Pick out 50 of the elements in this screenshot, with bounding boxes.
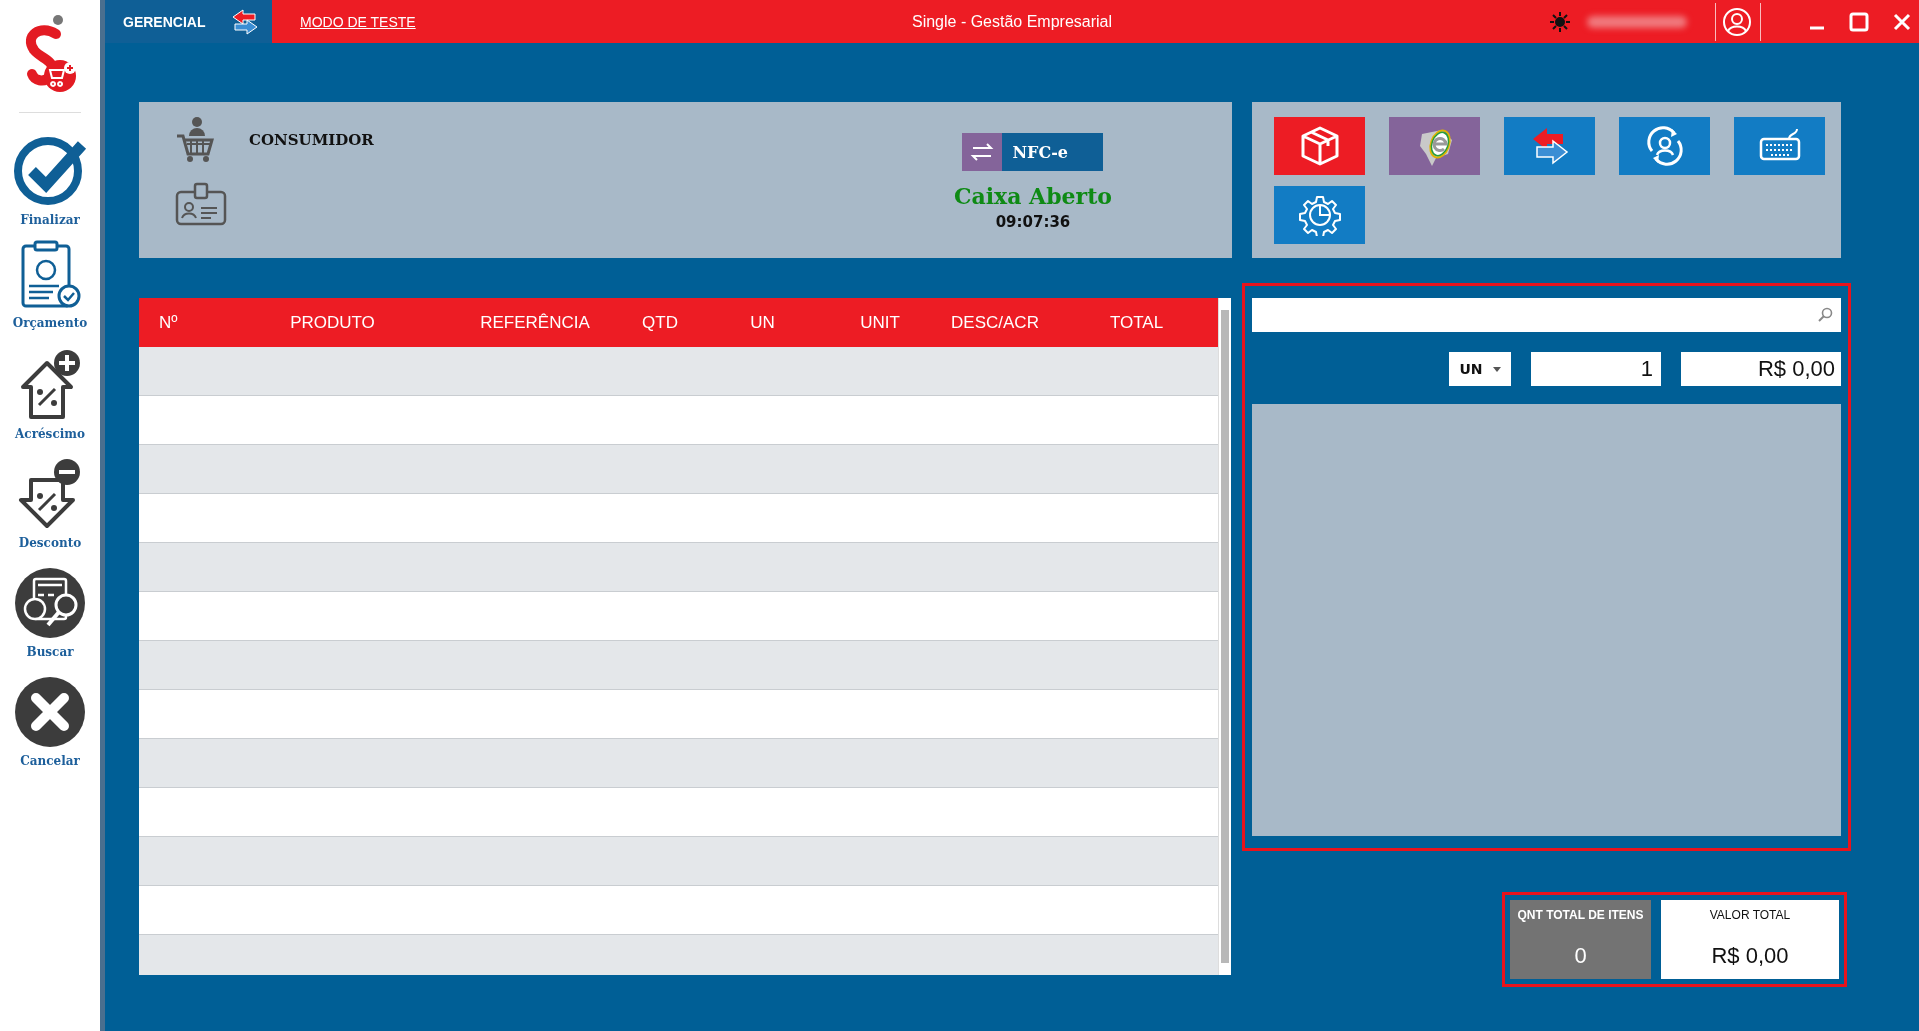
- quantity-field[interactable]: 1: [1531, 352, 1661, 386]
- item-count-label: QNT TOTAL DE ITENS: [1517, 908, 1644, 922]
- id-card-icon[interactable]: [175, 182, 227, 226]
- total-value: R$ 0,00: [1711, 943, 1789, 969]
- toolbar-button[interactable]: [1274, 117, 1365, 175]
- toolbar-button[interactable]: [1619, 117, 1710, 175]
- column-header: UNIT: [859, 312, 901, 333]
- search-icon: [1817, 307, 1833, 323]
- search-field[interactable]: [1252, 298, 1841, 332]
- gear-chart-icon: [1298, 194, 1341, 236]
- sidebar-button[interactable]: Buscar: [14, 567, 86, 676]
- clock-time: 09:07:36: [995, 213, 1071, 231]
- user-icon[interactable]: [1722, 6, 1752, 37]
- window-title: Single - Gestão Empresarial: [911, 12, 1113, 30]
- document-type-button[interactable]: NFC-e: [962, 133, 1104, 171]
- scrollbar[interactable]: [1218, 298, 1231, 975]
- arrow-percent-minus-icon: [17, 458, 83, 530]
- column-header: Nº: [158, 312, 179, 333]
- column-header: TOTAL: [1108, 312, 1165, 333]
- total-value-label: VALOR TOTAL: [1709, 908, 1791, 922]
- unit-dropdown[interactable]: UN: [1449, 352, 1511, 386]
- close-icon: [14, 676, 86, 748]
- sidebar-button[interactable]: Desconto: [17, 458, 83, 567]
- caret-icon: [1492, 366, 1501, 372]
- customer-cart-icon[interactable]: [175, 116, 215, 164]
- toolbar-button[interactable]: [1734, 117, 1825, 175]
- price-field[interactable]: R$ 0,00: [1681, 352, 1841, 386]
- column-header: UN: [749, 312, 776, 333]
- close-icon[interactable]: [1893, 12, 1911, 31]
- sun-icon[interactable]: [1549, 10, 1571, 33]
- swap-icon: [962, 133, 1003, 171]
- toolbar-button[interactable]: [1274, 186, 1365, 244]
- sidebar-button[interactable]: Cancelar: [14, 676, 86, 785]
- column-header: QTD: [641, 312, 679, 333]
- column-header: DESC/ACR: [950, 312, 1040, 333]
- maximize-icon[interactable]: [1849, 11, 1869, 32]
- mode-label: GERENCIAL: [123, 13, 206, 30]
- column-header: PRODUTO: [289, 312, 376, 333]
- sidebar-button[interactable]: Acréscimo: [15, 349, 85, 458]
- item-count-value: 0: [1574, 943, 1587, 969]
- toolbar-button[interactable]: [1389, 117, 1480, 175]
- register-status: Caixa Aberto: [953, 183, 1112, 209]
- column-header: REFERÊNCIA: [479, 312, 591, 333]
- test-mode-link[interactable]: MODO DE TESTE: [300, 13, 416, 30]
- calculator-magnifier-icon: [14, 567, 86, 639]
- sidebar-button[interactable]: Orçamento: [12, 240, 88, 349]
- customer-name: CONSUMIDOR: [249, 131, 374, 149]
- clipboard-money-icon: [19, 240, 81, 310]
- toolbar-button[interactable]: [1504, 117, 1595, 175]
- sidebar-button[interactable]: Finalizar: [12, 131, 88, 240]
